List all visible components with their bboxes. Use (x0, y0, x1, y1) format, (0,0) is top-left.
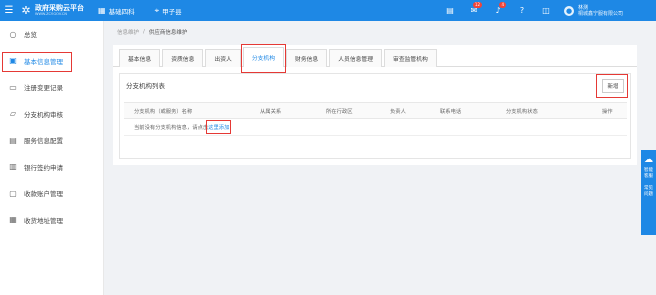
sidebar-item-label: 服务信息配置 (24, 137, 63, 146)
address-icon: ▦ (9, 215, 17, 225)
logo-subtitle: WWW.ZCY.GOV.CN (35, 11, 67, 16)
sidebar-item-label: 收款账户管理 (24, 190, 63, 199)
top-nav-region-label: 甲子县 (162, 7, 182, 16)
sidebar: ○ 总览 ▣ 基本信息管理 ▭ 注册变更记录 ▱ 分支机构审核 ▤ 服务信息配置… (0, 21, 104, 295)
logo-title: 政府采购云平台 (35, 3, 84, 12)
tab-supervision[interactable]: 审查监管机构 (384, 49, 437, 67)
sidebar-item-service-config[interactable]: ▤ 服务信息配置 (0, 127, 103, 154)
location-icon: ⌖ (154, 5, 160, 15)
col-name: 分支机构（或服务）名称 (134, 108, 193, 115)
branch-audit-icon: ▱ (9, 109, 17, 119)
user-company: 桐城鑫宁服有限公司 (578, 10, 624, 17)
info-panel: 基本信息 资质信息 出资人 分支机构 财务信息 人员信息管理 审查监管机构 分支… (113, 44, 637, 165)
tab-branch[interactable]: 分支机构 (240, 44, 287, 73)
chat-icon[interactable]: ☁ (644, 155, 653, 165)
sidebar-item-label: 注册变更记录 (24, 84, 63, 93)
breadcrumb-home[interactable]: 信息维护 (117, 28, 139, 36)
tab-bar: 基本信息 资质信息 出资人 分支机构 财务信息 人员信息管理 审查监管机构 (113, 44, 637, 73)
menu-icon[interactable]: ☰ (0, 0, 18, 21)
col-region: 所在行政区 (326, 108, 353, 115)
top-nav: ▦ 基础四科 ⌖ 甲子县 (98, 6, 202, 16)
tab-finance[interactable]: 财务信息 (286, 49, 328, 67)
id-card-icon: ▣ (9, 56, 17, 66)
record-icon: ▭ (9, 82, 17, 92)
col-phone: 联系电话 (440, 108, 462, 115)
avatar: ● (564, 5, 574, 16)
section-title: 分支机构列表 (126, 82, 165, 90)
breadcrumb: 信息维护 / 供应商信息维护 (104, 21, 656, 43)
sidebar-item-branch-audit[interactable]: ▱ 分支机构审核 (0, 101, 103, 128)
bell-icon[interactable]: ♪ 4 (486, 0, 510, 21)
sidebar-item-basic-info[interactable]: ▣ 基本信息管理 (0, 48, 103, 75)
top-right-tools: ▤ ✉ 12 ♪ 4 ? ◫ ● 林测 桐城鑫宁服有限公司 (438, 0, 656, 21)
breadcrumb-sep: / (143, 29, 145, 35)
table-empty-row: 当前没有分支机构信息，请点击 这里添加 (124, 119, 627, 136)
add-here-link[interactable]: 这里添加 (206, 120, 232, 134)
sidebar-item-overview[interactable]: ○ 总览 (0, 21, 103, 48)
faq-label[interactable]: 常见问题 (644, 186, 654, 198)
bell-badge: 4 (499, 2, 506, 8)
smart-service-label[interactable]: 智能客服 (644, 168, 654, 180)
sidebar-item-accounts[interactable]: ▢ 收款账户管理 (0, 180, 103, 207)
new-button[interactable]: 新增 (602, 79, 624, 93)
bank-icon: ▥ (9, 162, 17, 172)
account-icon: ▢ (9, 188, 17, 198)
top-nav-region[interactable]: ⌖ 甲子县 (155, 6, 182, 16)
sidebar-item-label: 基本信息管理 (24, 57, 63, 66)
branch-table: 分支机构（或服务）名称 从属关系 所在行政区 负责人 联系电话 分支机构状态 操… (124, 102, 627, 136)
main-content: 信息维护 / 供应商信息维护 基本信息 资质信息 出资人 分支机构 财务信息 人… (104, 21, 656, 295)
mail-icon[interactable]: ✉ 12 (462, 0, 486, 21)
table-header: 分支机构（或服务）名称 从属关系 所在行政区 负责人 联系电话 分支机构状态 操… (124, 102, 627, 119)
tab-investor[interactable]: 出资人 (205, 49, 241, 67)
help-icon[interactable]: ? (510, 0, 534, 21)
tab-qualification[interactable]: 资质信息 (162, 49, 204, 67)
sidebar-item-label: 银行签约申请 (24, 163, 63, 172)
breadcrumb-current: 供应商信息维护 (148, 30, 188, 36)
logo-mark-icon: ✲ (21, 3, 31, 17)
user-menu[interactable]: ● 林测 桐城鑫宁服有限公司 (564, 5, 656, 17)
tab-basic-info[interactable]: 基本信息 (119, 49, 161, 67)
sidebar-item-change-record[interactable]: ▭ 注册变更记录 (0, 74, 103, 101)
sidebar-item-label: 分支机构审核 (24, 110, 63, 119)
branch-list-section: 分支机构列表 新增 分支机构（或服务）名称 从属关系 所在行政区 负责人 联系电… (119, 73, 631, 159)
mail-badge: 12 (472, 2, 482, 8)
tab-personnel[interactable]: 人员信息管理 (329, 49, 383, 67)
circle-icon: ○ (9, 29, 17, 39)
col-relation: 从属关系 (260, 108, 282, 115)
floating-help-panel: ☁ 智能客服 常见问题 (641, 150, 656, 235)
col-action: 操作 (602, 108, 613, 115)
lock-icon[interactable]: ◫ (534, 0, 558, 21)
sidebar-item-bank-sign[interactable]: ▥ 银行签约申请 (0, 154, 103, 181)
grid-icon: ▦ (98, 6, 106, 15)
sidebar-item-label: 总览 (24, 31, 37, 40)
logo[interactable]: ✲ 政府采购云平台 WWW.ZCY.GOV.CN (20, 3, 84, 17)
col-status: 分支机构状态 (506, 108, 538, 115)
col-manager: 负责人 (390, 108, 406, 115)
sidebar-item-label: 收货地址管理 (24, 216, 63, 225)
empty-text: 当前没有分支机构信息，请点击 (134, 125, 209, 131)
service-config-icon: ▤ (9, 135, 17, 145)
sidebar-item-address[interactable]: ▦ 收货地址管理 (0, 207, 103, 234)
top-nav-app[interactable]: ▦ 基础四科 (98, 6, 135, 16)
top-nav-app-label: 基础四科 (108, 7, 135, 16)
top-bar: ☰ ✲ 政府采购云平台 WWW.ZCY.GOV.CN ▦ 基础四科 ⌖ 甲子县 … (0, 0, 656, 21)
calendar-icon[interactable]: ▤ (438, 0, 462, 21)
